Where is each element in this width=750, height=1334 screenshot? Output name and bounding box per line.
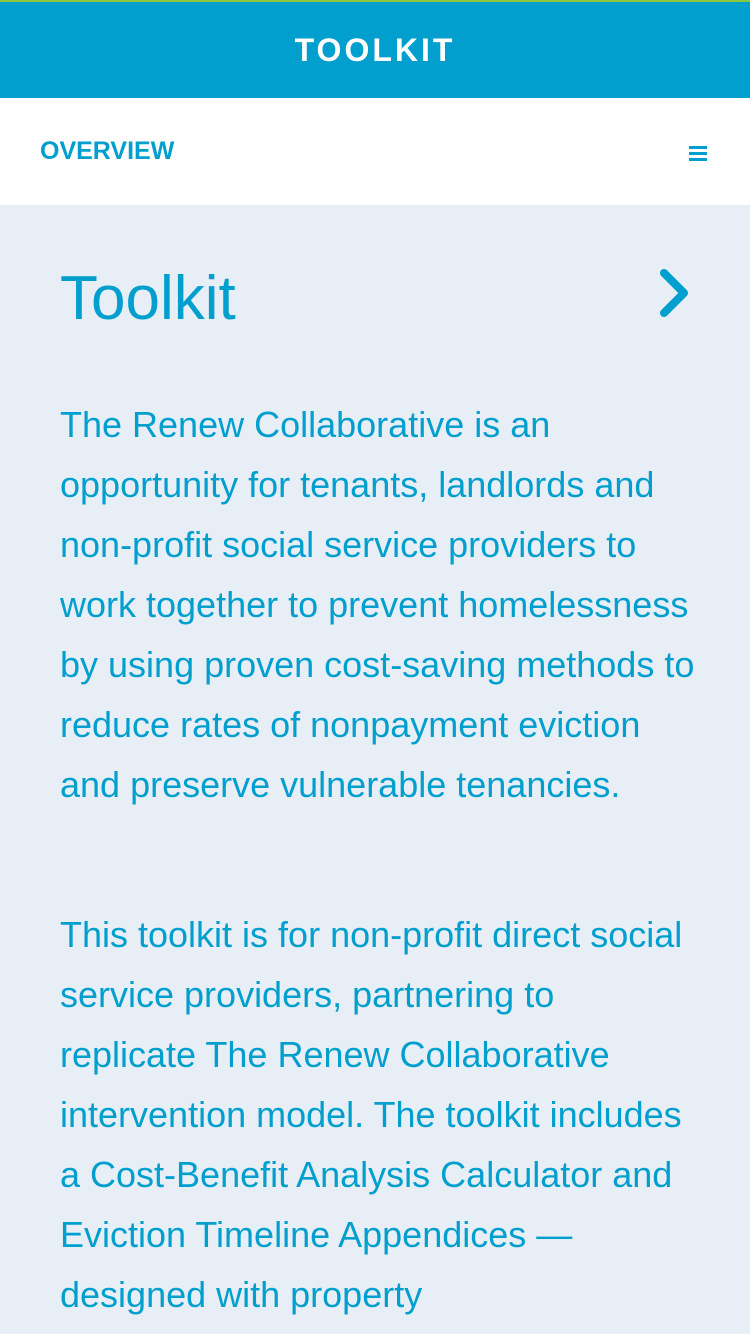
page-title: Toolkit — [60, 264, 236, 333]
toolkit-description-paragraph: This toolkit is for non-profit direct so… — [60, 914, 683, 1315]
section-nav-bar: OVERVIEW — [0, 98, 750, 205]
header-title: TOOLKIT — [294, 31, 456, 68]
menu-line — [689, 146, 707, 149]
app-header: TOOLKIT — [0, 2, 750, 98]
hamburger-menu-icon[interactable] — [689, 146, 707, 162]
section-label-overview[interactable]: OVERVIEW — [40, 136, 174, 166]
intro-paragraph: The Renew Collaborative is an opportunit… — [60, 404, 695, 805]
chevron-right-stroke — [660, 269, 688, 317]
main-content: Toolkit The Renew Collaborative is an op… — [0, 205, 750, 1334]
menu-line — [689, 158, 707, 161]
menu-line — [689, 152, 707, 155]
chevron-right-icon[interactable] — [652, 265, 696, 321]
